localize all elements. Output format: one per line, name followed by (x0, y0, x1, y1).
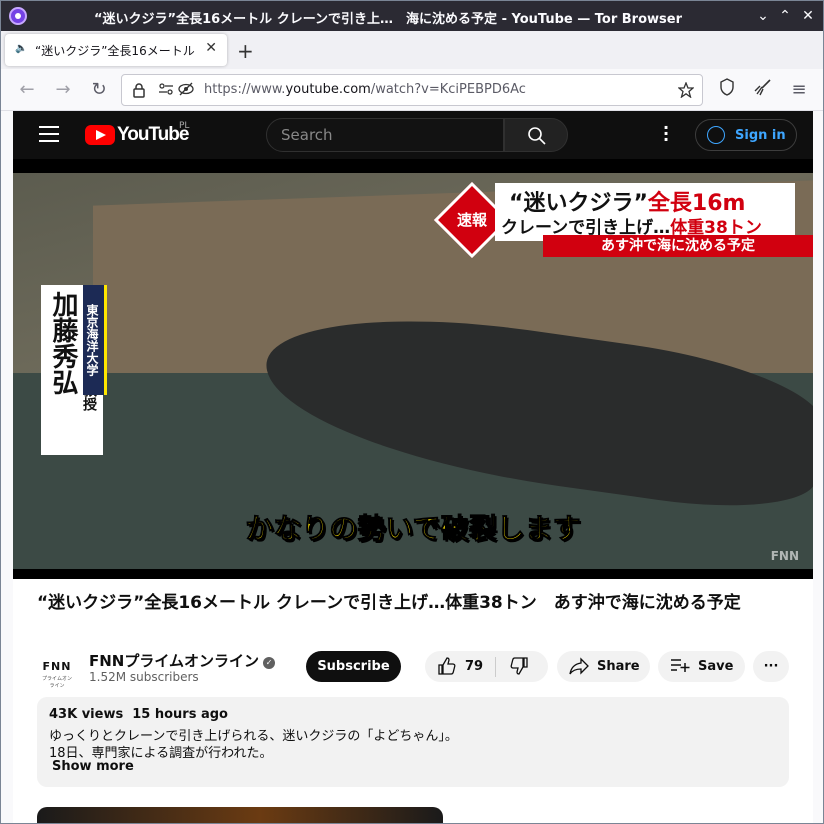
verified-icon: ✓ (263, 657, 276, 669)
navigation-bar: ← → ↻ https://www.youtube.com/watch?v=Kc… (1, 69, 823, 111)
reload-button[interactable]: ↻ (87, 78, 111, 102)
search-box (266, 118, 504, 152)
person-name: 加藤秀弘 (48, 291, 78, 395)
subscribe-button[interactable]: Subscribe (306, 651, 401, 682)
save-playlist-icon (670, 657, 690, 677)
subscriber-count: 1.52M subscribers (89, 670, 199, 684)
shield-icon[interactable] (715, 78, 739, 102)
close-window-button[interactable]: ✕ (798, 6, 818, 26)
view-meta: 43K views 15 hours ago (49, 707, 228, 722)
account-icon (707, 126, 725, 144)
channel-name[interactable]: FNNプライムオンライン ✓ (89, 650, 276, 671)
like-separator (495, 657, 496, 677)
save-button[interactable]: Save (658, 651, 745, 682)
breaking-label: 速報 (456, 211, 487, 229)
forward-button[interactable]: → (51, 78, 75, 102)
thumbs-down-icon[interactable] (509, 657, 529, 679)
browser-window: “迷いクジラ”全長16メートル クレーンで引き上… 海に沈める予定 - YouT… (0, 0, 824, 824)
channel-logo-subtext: プライムオンライン (42, 676, 72, 689)
video-caption: かなりの勢いで破裂します (245, 512, 581, 546)
new-tab-button[interactable]: + (237, 39, 254, 63)
sign-in-label: Sign in (735, 128, 786, 143)
youtube-header: YouTube PL ··· Sign in (13, 111, 813, 159)
settings-kebab-icon[interactable]: · · · (663, 120, 669, 148)
share-icon (569, 657, 589, 679)
youtube-wordmark[interactable]: YouTube (117, 124, 189, 146)
url-text[interactable]: https://www.youtube.com/watch?v=KciPEBPD… (204, 82, 526, 97)
video-title: “迷いクジラ”全長16メートル クレーンで引き上げ…体重38トン あす沖で海に沈… (37, 593, 741, 613)
share-button[interactable]: Share (557, 651, 650, 682)
video-player[interactable]: 速報 “迷いクジラ”全長16m クレーンで引き上げ…体重38トン あす沖で海に沈… (13, 159, 813, 579)
search-button[interactable] (504, 118, 568, 152)
subheadline: あす沖で海に沈める予定 (543, 235, 813, 257)
guide-menu-icon[interactable] (39, 126, 59, 142)
channel-avatar[interactable]: FNN プライムオンライン (37, 651, 77, 691)
share-label: Share (597, 659, 640, 674)
address-bar[interactable]: https://www.youtube.com/watch?v=KciPEBPD… (121, 74, 703, 106)
save-label: Save (698, 659, 734, 674)
tab-title: “迷いクジラ”全長16メートル (35, 44, 195, 58)
permissions-icon[interactable] (158, 82, 174, 100)
description-box[interactable]: 43K views 15 hours ago ゆっくりとクレーンで引き上げられる… (37, 697, 789, 787)
thumbs-up-icon[interactable] (437, 657, 457, 679)
affiliation: 東京海洋大学 (83, 285, 107, 395)
sign-in-button[interactable]: Sign in (695, 119, 797, 151)
video-frame[interactable]: 速報 “迷いクジラ”全長16m クレーンで引き上げ…体重38トン あす沖で海に沈… (13, 173, 813, 569)
new-identity-broom-icon[interactable] (751, 78, 775, 102)
tab-strip: 🔈 “迷いクジラ”全長16メートル ✕ (1, 31, 823, 69)
close-tab-icon[interactable]: ✕ (205, 40, 217, 56)
channel-logo-text: FNN (42, 660, 72, 673)
title-bar: “迷いクジラ”全長16メートル クレーンで引き上… 海に沈める予定 - YouT… (1, 1, 823, 31)
tab-youtube[interactable]: 🔈 “迷いクジラ”全長16メートル ✕ (5, 34, 227, 66)
search-input[interactable] (281, 126, 491, 144)
window-title: “迷いクジラ”全長16メートル クレーンで引き上… 海に沈める予定 - YouT… (93, 12, 682, 27)
youtube-page: YouTube PL ··· Sign in 速報 “迷いクジ (13, 111, 813, 823)
like-count[interactable]: 79 (465, 659, 483, 674)
app-menu-button[interactable]: ≡ (787, 78, 811, 102)
fnn-watermark: FNN (770, 549, 799, 563)
more-actions-button[interactable]: ··· (753, 651, 789, 682)
search-icon (528, 127, 546, 145)
like-dislike-group: 79 (425, 651, 548, 682)
speaker-icon[interactable]: 🔈 (15, 43, 27, 54)
country-code: PL (179, 121, 190, 131)
bookmark-star-icon[interactable] (677, 81, 695, 102)
youtube-logo-icon[interactable] (85, 125, 115, 145)
next-video-thumbnail[interactable] (37, 807, 443, 823)
lock-icon[interactable] (132, 82, 146, 102)
tracking-protection-icon[interactable] (178, 82, 194, 100)
maximize-button[interactable]: ⌃ (775, 6, 795, 26)
back-button[interactable]: ← (15, 78, 39, 102)
show-more-button[interactable]: Show more (52, 759, 134, 774)
minimize-button[interactable]: ⌄ (753, 6, 773, 26)
